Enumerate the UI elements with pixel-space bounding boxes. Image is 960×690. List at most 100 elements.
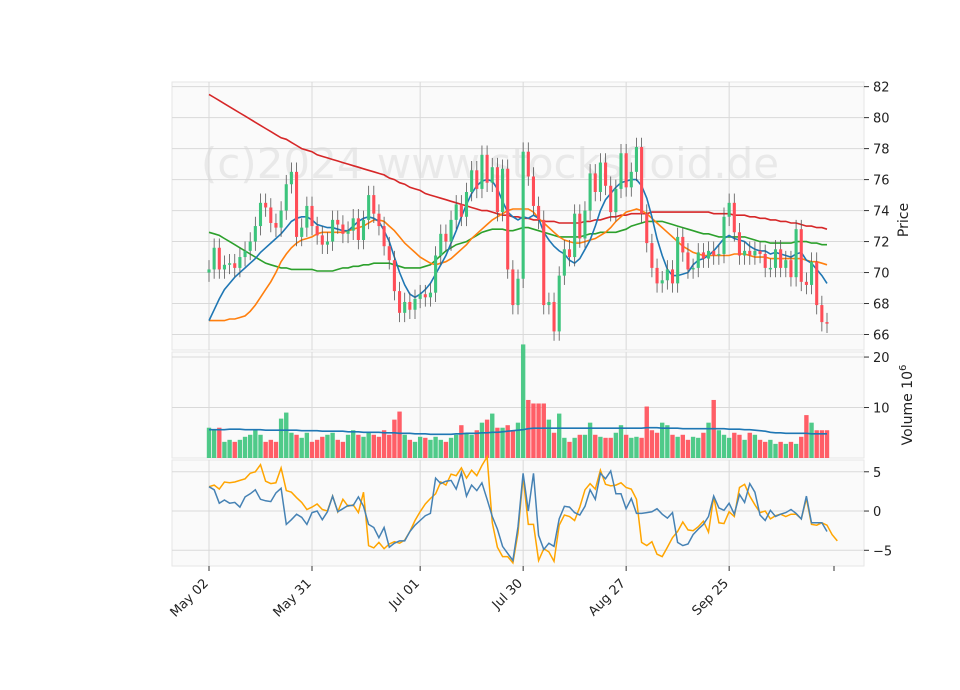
candle-body (748, 250, 752, 256)
y-tick-label: −5 (873, 544, 892, 559)
candle-body (222, 264, 226, 270)
volume-bar (340, 441, 346, 458)
volume-bar (768, 439, 773, 458)
volume-bar (685, 439, 691, 458)
candle-body (799, 229, 803, 282)
volume-bar (433, 436, 438, 458)
volume-bar (284, 412, 289, 458)
volume-bar (314, 439, 320, 458)
volume-bar (778, 441, 783, 458)
candle-body (604, 162, 608, 186)
volume-bar (211, 430, 217, 458)
volume-bar (773, 443, 778, 458)
candle-body (490, 167, 494, 183)
candle-body (305, 205, 309, 228)
candle-body (310, 205, 314, 227)
volume-bar (206, 427, 212, 458)
volume-bar (335, 439, 340, 458)
volume-bar (757, 439, 763, 458)
macd-panel: −5 0 5 (171, 454, 892, 567)
volume-bar (557, 413, 562, 458)
volume-bar (680, 434, 685, 458)
volume-bar (294, 434, 299, 458)
candle-body (758, 250, 762, 254)
candle-body (351, 218, 355, 231)
candle-body (413, 298, 417, 310)
candle-body (691, 267, 695, 270)
candle-body (233, 263, 237, 268)
candle-body (773, 249, 778, 268)
volume-bar (804, 415, 809, 458)
volume-bar (634, 436, 639, 458)
candle-body (423, 294, 427, 298)
candle-body (573, 213, 577, 258)
candle-body (300, 227, 304, 237)
candle-body (588, 173, 592, 211)
candle-body (686, 252, 690, 270)
volume-bar (696, 437, 701, 458)
volume-bar (423, 437, 428, 458)
candle-body (629, 171, 633, 188)
volume-bar (454, 434, 459, 458)
volume-bar (752, 434, 758, 458)
candle-body (567, 249, 572, 258)
volume-bar (309, 441, 315, 458)
x-tick-label: Aug 27 (586, 576, 629, 619)
candle-body (336, 219, 340, 225)
candle-body (645, 213, 649, 244)
volume-bar (392, 419, 397, 458)
candle-body (732, 202, 736, 233)
candle-body (681, 236, 685, 253)
y-tick-label: 70 (873, 267, 890, 282)
volume-bar (716, 430, 722, 458)
volume-bar (438, 439, 443, 458)
volume-bar (289, 432, 294, 458)
candle-body (789, 260, 793, 278)
volume-bar (505, 425, 510, 458)
candle-body (279, 210, 283, 228)
volume-bar (258, 434, 263, 458)
candle-body (696, 252, 700, 268)
volume-bar (510, 430, 516, 458)
candle-body (712, 250, 716, 256)
volume-bar (732, 432, 737, 458)
volume-bar (639, 437, 644, 458)
candle-body (372, 195, 376, 214)
candle-body (274, 222, 278, 228)
volume-bar (623, 434, 629, 458)
candle-body (356, 218, 360, 241)
volume-bar (356, 434, 361, 458)
candle-body (670, 269, 675, 284)
volume-bar (217, 427, 222, 458)
candle-body (562, 249, 566, 276)
volume-bar (593, 434, 598, 458)
candle-body (660, 280, 664, 284)
volume-bar (551, 432, 557, 458)
volume-bar (654, 432, 660, 458)
volume-bar (665, 425, 670, 458)
volume-bar (428, 439, 433, 458)
volume-bar (299, 437, 304, 458)
candle-body (315, 226, 319, 236)
candle-body (763, 253, 767, 268)
y-tick-label: 72 (873, 236, 890, 251)
y-tick-label: 5 (873, 466, 881, 481)
candle-body (624, 153, 628, 188)
candle-body (779, 249, 783, 268)
candle-body (825, 322, 829, 324)
volume-bar (763, 441, 768, 458)
candle-body (495, 167, 499, 213)
volume-bar (397, 411, 402, 458)
volume-bar (479, 422, 485, 458)
candle-body (810, 261, 814, 285)
volume-bar (670, 434, 675, 458)
candle-body (768, 267, 772, 270)
candle-body (444, 233, 448, 242)
volume-panel: 10 20 Volume 106 (171, 344, 916, 459)
candle-body (459, 204, 463, 217)
candle-body (542, 219, 546, 306)
y-tick-label: 66 (873, 329, 890, 344)
candle-body (341, 224, 345, 234)
volume-bar (742, 439, 747, 458)
volume-bar (222, 441, 227, 458)
